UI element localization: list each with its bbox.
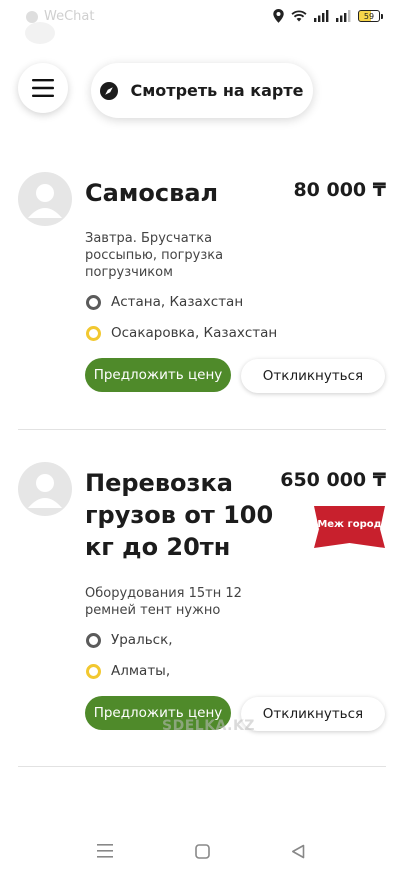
destination-marker-icon: [86, 663, 101, 679]
wifi-icon: [291, 10, 307, 22]
avatar: [18, 462, 72, 516]
intercity-badge: Меж город: [314, 506, 385, 548]
recent-apps-button[interactable]: [87, 834, 123, 868]
signal-icon: [314, 10, 329, 22]
wechat-icon: [26, 10, 38, 23]
origin-label: Астана, Казахстан: [111, 294, 244, 310]
divider: [18, 766, 386, 767]
user-placeholder-icon: [28, 184, 62, 218]
destination-label: Алматы,: [111, 663, 171, 679]
status-icons: 59: [273, 9, 383, 23]
respond-button[interactable]: Откликнуться: [241, 359, 385, 393]
wechat-label: WeChat: [44, 9, 95, 24]
listing-description: Завтра. Брусчатка россыпью, погрузка пог…: [85, 231, 224, 280]
signal-icon: [336, 10, 351, 22]
status-bar: WeChat 59: [0, 0, 404, 44]
hamburger-icon: [32, 79, 54, 97]
menu-button[interactable]: [18, 63, 68, 113]
home-button[interactable]: [184, 834, 220, 868]
watermark: SDELKA.KZ: [162, 718, 255, 734]
listing-price: 650 000 ₸: [280, 469, 386, 491]
respond-button[interactable]: Откликнуться: [241, 697, 385, 731]
destination-location: Алматы,: [86, 663, 170, 679]
origin-location: Уральск,: [86, 632, 173, 648]
wechat-bubble: [25, 22, 55, 44]
origin-marker-icon: [86, 632, 101, 648]
location-icon: [273, 9, 284, 23]
battery-level: 59: [363, 11, 375, 21]
destination-label: Осакаровка, Казахстан: [111, 325, 278, 341]
origin-location: Астана, Казахстан: [86, 294, 243, 310]
destination-location: Осакаровка, Казахстан: [86, 325, 277, 341]
offer-price-button[interactable]: Предложить цену: [85, 358, 231, 392]
compass-icon: [100, 81, 119, 100]
back-button[interactable]: [280, 834, 316, 868]
listing-price: 80 000 ₸: [293, 179, 386, 201]
origin-label: Уральск,: [111, 632, 173, 648]
listing-title: Самосвал: [85, 179, 219, 207]
system-nav-bar: [0, 834, 404, 868]
origin-marker-icon: [86, 294, 101, 310]
back-triangle-icon: [292, 844, 305, 858]
listing-title: Перевозка грузов от 100 кг до 20тн: [85, 469, 274, 561]
divider: [18, 429, 386, 430]
view-on-map-button[interactable]: Смотреть на карте: [91, 63, 313, 118]
battery-icon: 59: [358, 10, 383, 22]
destination-marker-icon: [86, 325, 101, 341]
listing-description: Оборудования 15тн 12 ремней тент нужно: [85, 586, 242, 618]
avatar: [18, 172, 72, 226]
home-square-icon: [194, 843, 210, 859]
user-placeholder-icon: [28, 474, 62, 508]
menu-lines-icon: [97, 844, 113, 858]
view-on-map-label: Смотреть на карте: [130, 81, 304, 100]
